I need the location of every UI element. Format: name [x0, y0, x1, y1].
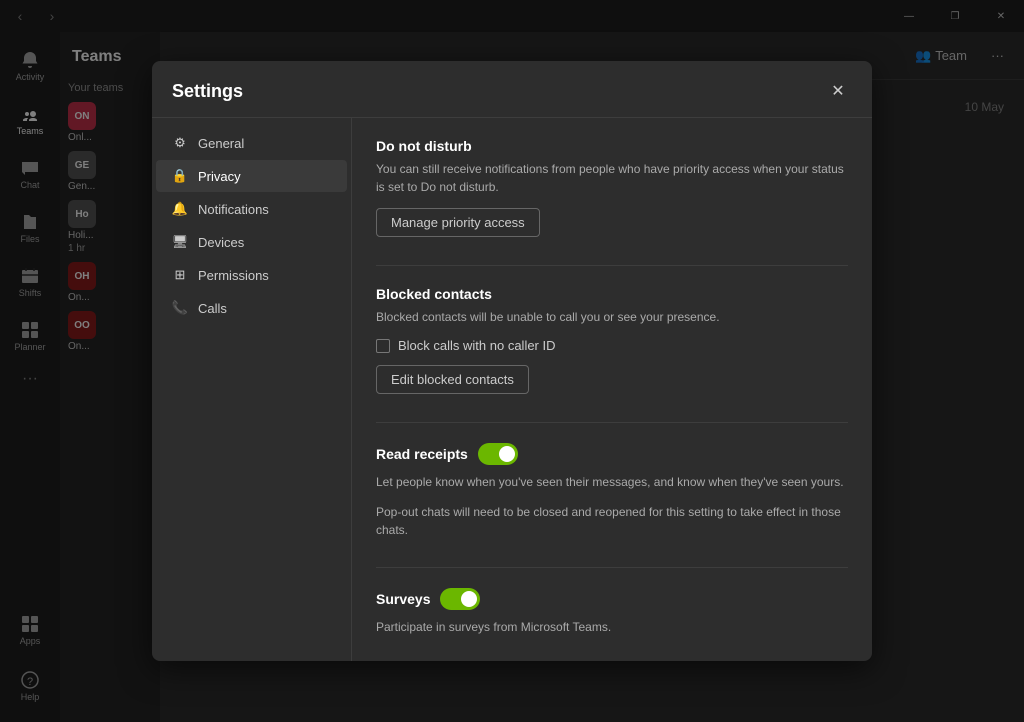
modal-title: Settings	[172, 81, 243, 102]
monitor-icon: 🖥	[172, 234, 188, 250]
surveys-title: Surveys	[376, 591, 430, 607]
section-blocked-contacts: Blocked contacts Blocked contacts will b…	[376, 286, 848, 394]
grid-icon: ⊞	[172, 267, 188, 283]
manage-priority-button[interactable]: Manage priority access	[376, 208, 540, 237]
modal-close-button[interactable]: ✕	[824, 77, 852, 105]
settings-nav: ⚙ General 🔒 Privacy 🔔 Notifications 🖥 De…	[152, 118, 352, 661]
divider-2	[376, 422, 848, 423]
read-receipts-title: Read receipts	[376, 446, 468, 462]
read-receipts-desc1: Let people know when you've seen their m…	[376, 473, 848, 491]
edit-blocked-contacts-button[interactable]: Edit blocked contacts	[376, 365, 529, 394]
divider-1	[376, 265, 848, 266]
nav-label-permissions: Permissions	[198, 268, 269, 283]
nav-label-privacy: Privacy	[198, 169, 241, 184]
nav-item-devices[interactable]: 🖥 Devices	[156, 226, 347, 258]
blocked-title: Blocked contacts	[376, 286, 848, 302]
section-surveys: Surveys Participate in surveys from Micr…	[376, 588, 848, 636]
gear-icon: ⚙	[172, 135, 188, 151]
read-receipts-toggle[interactable]	[478, 443, 518, 465]
settings-content: Do not disturb You can still receive not…	[352, 118, 872, 661]
divider-3	[376, 567, 848, 568]
read-receipts-toggle-row: Read receipts	[376, 443, 848, 465]
lock-icon: 🔒	[172, 168, 188, 184]
nav-label-calls: Calls	[198, 301, 227, 316]
block-calls-checkbox[interactable]	[376, 339, 390, 353]
nav-item-calls[interactable]: 📞 Calls	[156, 292, 347, 324]
surveys-description: Participate in surveys from Microsoft Te…	[376, 618, 848, 636]
surveys-toggle-row: Surveys	[376, 588, 848, 610]
nav-item-general[interactable]: ⚙ General	[156, 127, 347, 159]
phone-icon: 📞	[172, 300, 188, 316]
dnd-description: You can still receive notifications from…	[376, 160, 848, 196]
nav-label-notifications: Notifications	[198, 202, 269, 217]
blocked-description: Blocked contacts will be unable to call …	[376, 308, 848, 326]
section-read-receipts: Read receipts Let people know when you'v…	[376, 443, 848, 539]
settings-modal: Settings ✕ ⚙ General 🔒 Privacy 🔔 Notific…	[152, 61, 872, 661]
nav-item-privacy[interactable]: 🔒 Privacy	[156, 160, 347, 192]
nav-label-devices: Devices	[198, 235, 244, 250]
dnd-title: Do not disturb	[376, 138, 848, 154]
modal-body: ⚙ General 🔒 Privacy 🔔 Notifications 🖥 De…	[152, 118, 872, 661]
surveys-toggle[interactable]	[440, 588, 480, 610]
nav-label-general: General	[198, 136, 244, 151]
block-calls-label: Block calls with no caller ID	[398, 338, 556, 353]
section-do-not-disturb: Do not disturb You can still receive not…	[376, 138, 848, 237]
nav-item-permissions[interactable]: ⊞ Permissions	[156, 259, 347, 291]
bell-icon: 🔔	[172, 201, 188, 217]
modal-header: Settings ✕	[152, 61, 872, 118]
block-calls-row: Block calls with no caller ID	[376, 338, 848, 353]
read-receipts-desc2: Pop-out chats will need to be closed and…	[376, 503, 848, 539]
nav-item-notifications[interactable]: 🔔 Notifications	[156, 193, 347, 225]
